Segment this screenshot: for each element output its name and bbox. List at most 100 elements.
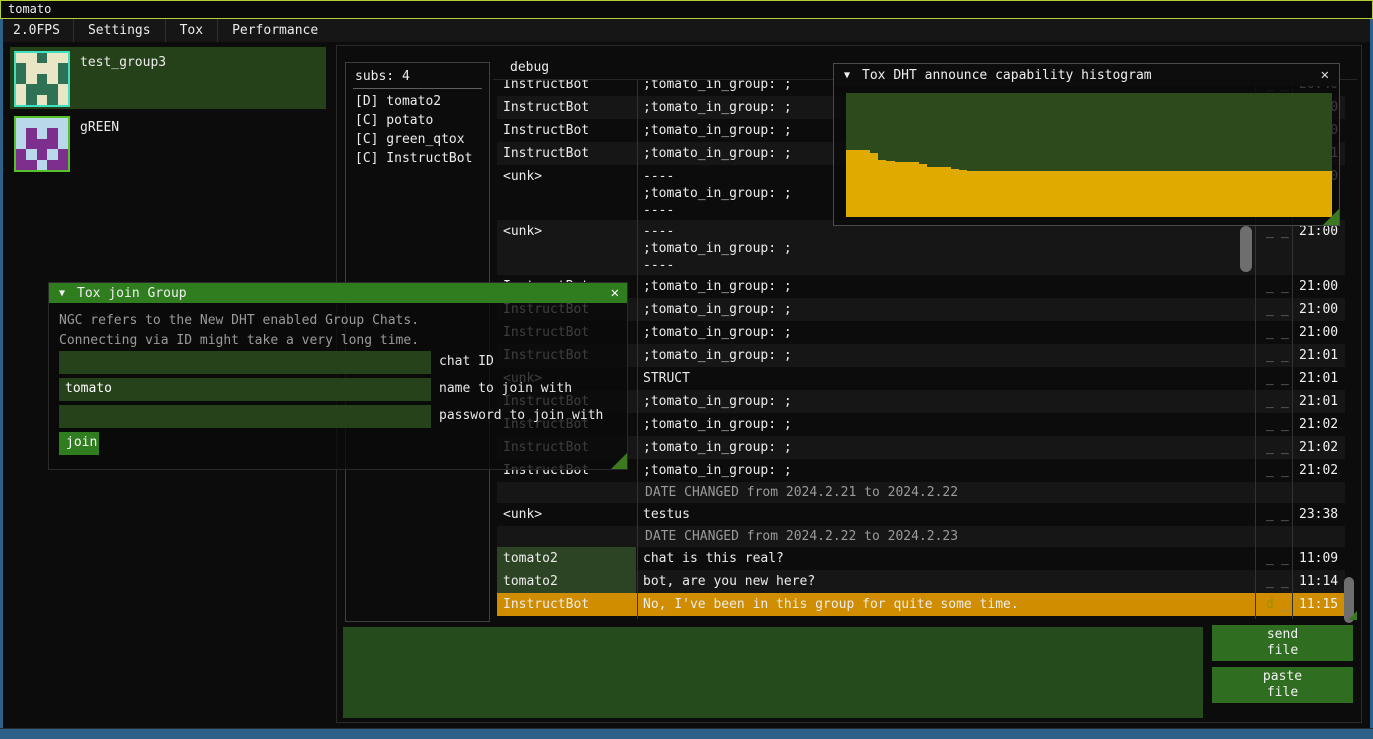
window-edge-left[interactable] bbox=[0, 19, 3, 739]
chat-row[interactable]: DATE CHANGED from 2024.2.22 to 2024.2.23 bbox=[497, 526, 1345, 547]
join-input-chat-ID[interactable] bbox=[59, 351, 431, 374]
histogram-bar bbox=[1154, 171, 1162, 217]
histogram-bar bbox=[1000, 171, 1008, 217]
histogram-bar bbox=[1194, 171, 1202, 217]
histogram-bar bbox=[1008, 171, 1016, 217]
window-titlebar[interactable]: tomato bbox=[0, 0, 1373, 19]
delivery-indicator: __ bbox=[1261, 220, 1295, 275]
member-item[interactable]: [C] green_qtox bbox=[346, 130, 489, 149]
sender-name: InstructBot bbox=[497, 142, 636, 165]
menu-item-performance[interactable]: Performance bbox=[218, 19, 332, 42]
delivery-indicator: __ bbox=[1261, 436, 1295, 459]
join-button[interactable]: join bbox=[59, 432, 99, 455]
window-edge-bottom[interactable] bbox=[0, 728, 1373, 739]
histogram-resize-grip[interactable] bbox=[1323, 209, 1339, 225]
avatar-pixel bbox=[58, 139, 68, 149]
histogram-bar bbox=[919, 164, 927, 217]
histogram-bar bbox=[895, 162, 903, 217]
close-icon[interactable]: ✕ bbox=[611, 283, 619, 303]
avatar-pixel bbox=[47, 128, 57, 138]
histogram-bar bbox=[854, 150, 862, 217]
button-label-line: send bbox=[1212, 627, 1353, 643]
chat-scrollbar-thumb[interactable] bbox=[1240, 226, 1252, 272]
indicator-mark: _ bbox=[1266, 279, 1274, 294]
avatar-pixel bbox=[16, 63, 26, 73]
date-changed-text: DATE CHANGED from 2024.2.22 to 2024.2.23 bbox=[497, 526, 1345, 545]
collapse-icon[interactable]: ▼ bbox=[59, 288, 65, 299]
histogram-bar bbox=[1283, 171, 1291, 217]
indicator-mark: d bbox=[1266, 597, 1274, 612]
join-dialog-resize-grip[interactable] bbox=[611, 453, 627, 469]
close-icon[interactable]: ✕ bbox=[1321, 64, 1329, 86]
indicator-mark: _ bbox=[1281, 394, 1289, 409]
chat-row[interactable]: DATE CHANGED from 2024.2.21 to 2024.2.22 bbox=[497, 482, 1345, 503]
histogram-bar bbox=[1243, 171, 1251, 217]
histogram-bar bbox=[984, 171, 992, 217]
histogram-bar bbox=[1259, 171, 1267, 217]
avatar-pixel bbox=[58, 95, 68, 105]
avatar-pixel bbox=[26, 149, 36, 159]
member-item[interactable]: [C] InstructBot bbox=[346, 149, 489, 168]
send-file-button[interactable]: sendfile bbox=[1212, 625, 1353, 661]
avatar-pixel bbox=[26, 53, 36, 63]
avatar-pixel bbox=[47, 160, 57, 170]
member-item[interactable]: [D] tomato2 bbox=[346, 92, 489, 111]
avatar-pixel bbox=[16, 53, 26, 63]
menu-item-tox[interactable]: Tox bbox=[166, 19, 217, 42]
menu-item-settings[interactable]: Settings bbox=[74, 19, 165, 42]
member-item[interactable]: [C] potato bbox=[346, 111, 489, 130]
message-time: 21:01 bbox=[1295, 344, 1345, 367]
indicator-mark: _ bbox=[1281, 325, 1289, 340]
indicator-mark: _ bbox=[1266, 325, 1274, 340]
message-input[interactable] bbox=[343, 627, 1203, 718]
sender-name: InstructBot bbox=[497, 119, 636, 142]
histogram-window: ▼ Tox DHT announce capability histogram … bbox=[833, 63, 1340, 226]
join-dialog-fields: chat IDtomatoname to join withpassword t… bbox=[59, 351, 603, 455]
avatar-pixel bbox=[37, 53, 47, 63]
avatar-pixel bbox=[16, 74, 26, 84]
delivery-indicator: __ bbox=[1261, 390, 1295, 413]
collapse-icon[interactable]: ▼ bbox=[844, 70, 850, 81]
indicator-mark: _ bbox=[1266, 348, 1274, 363]
indicator-mark: _ bbox=[1266, 417, 1274, 432]
indicator-mark: _ bbox=[1281, 302, 1289, 317]
message-time: 21:02 bbox=[1295, 436, 1345, 459]
avatar-pixel bbox=[37, 84, 47, 94]
histogram-window-titlebar[interactable]: ▼ Tox DHT announce capability histogram … bbox=[834, 64, 1339, 86]
group-item-test_group3[interactable]: test_group3 bbox=[10, 47, 326, 109]
histogram-bar bbox=[1048, 171, 1056, 217]
chat-row[interactable]: tomato2chat is this real?__11:09 bbox=[497, 547, 1345, 570]
window-title: tomato bbox=[8, 2, 51, 16]
message-text: testus bbox=[641, 503, 1261, 526]
chat-row[interactable]: <unk>---- ;tomato_in_group: ; ----__21:0… bbox=[497, 220, 1345, 275]
histogram-bar bbox=[862, 150, 870, 217]
column-separator-name[interactable] bbox=[637, 80, 638, 619]
avatar-pixel bbox=[47, 63, 57, 73]
histogram-bar bbox=[870, 153, 878, 217]
histogram-bar bbox=[943, 167, 951, 217]
avatar-pixel bbox=[58, 63, 68, 73]
chat-row[interactable]: <unk>testus__23:38 bbox=[497, 503, 1345, 526]
histogram-bar bbox=[1089, 171, 1097, 217]
chat-row[interactable]: tomato2bot, are you new here?__11:14 bbox=[497, 570, 1345, 593]
avatar-pixel bbox=[47, 95, 57, 105]
join-input-name-to-join-with[interactable]: tomato bbox=[59, 378, 431, 401]
tab-debug[interactable]: debug bbox=[510, 57, 549, 79]
delivery-indicator: __ bbox=[1261, 413, 1295, 436]
join-dialog-titlebar[interactable]: ▼ Tox join Group ✕ bbox=[49, 283, 627, 303]
chat-resize-grip[interactable] bbox=[1348, 611, 1357, 620]
histogram-bar bbox=[1121, 171, 1129, 217]
message-time: 11:09 bbox=[1295, 547, 1345, 570]
message-text: chat is this real? bbox=[641, 547, 1261, 570]
chat-row[interactable]: InstructBotNo, I've been in this group f… bbox=[497, 593, 1345, 616]
group-item-gREEN[interactable]: gREEN bbox=[10, 112, 326, 174]
message-text: ;tomato_in_group: ; bbox=[641, 413, 1261, 436]
join-input-password-to-join-with[interactable] bbox=[59, 405, 431, 428]
message-time: 11:14 bbox=[1295, 570, 1345, 593]
histogram-bar bbox=[1073, 171, 1081, 217]
delivery-indicator: __ bbox=[1261, 298, 1295, 321]
avatar-pixel bbox=[47, 53, 57, 63]
button-label-line: file bbox=[1212, 643, 1353, 659]
paste-file-button[interactable]: pastefile bbox=[1212, 667, 1353, 703]
message-text: bot, are you new here? bbox=[641, 570, 1261, 593]
